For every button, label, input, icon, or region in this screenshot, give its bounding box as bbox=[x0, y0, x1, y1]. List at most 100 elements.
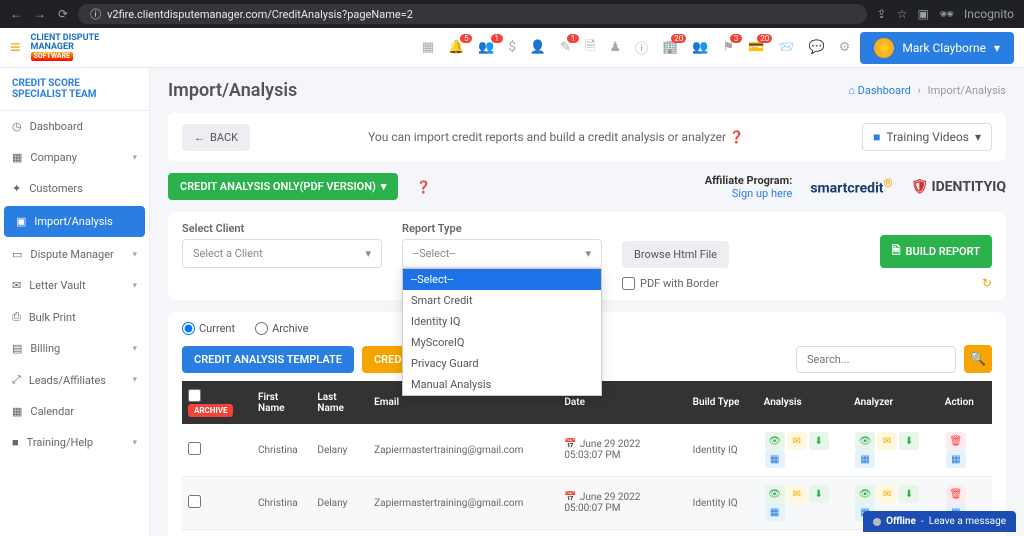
download-icon[interactable]: ⬇ bbox=[899, 485, 919, 503]
mail-icon[interactable]: ✉ bbox=[877, 485, 897, 503]
delete-icon[interactable]: 🗑 bbox=[946, 485, 966, 503]
refresh-icon[interactable]: ↻ bbox=[982, 276, 992, 290]
select-client-dropdown[interactable]: Select a Client▾ bbox=[182, 239, 382, 268]
sidebar-icon: ⤢ bbox=[12, 373, 21, 387]
sidebar-item-letter-vault[interactable]: ✉Letter Vault▾ bbox=[0, 270, 149, 301]
sidebar-item-leads-affiliates[interactable]: ⤢Leads/Affiliates▾ bbox=[0, 364, 149, 396]
extension-icon[interactable]: ▣ bbox=[917, 7, 928, 21]
sidebar-item-dispute-manager[interactable]: ▭Dispute Manager▾ bbox=[0, 239, 149, 270]
sidebar-item-bulk-print[interactable]: ⎙Bulk Print bbox=[0, 301, 149, 333]
more-icon[interactable]: ▦ bbox=[946, 450, 966, 468]
card-icon[interactable]: 💳20 bbox=[748, 40, 764, 55]
sidebar-item-import-analysis[interactable]: ▣ Import/Analysis bbox=[4, 206, 145, 237]
credit-analysis-pdf-button[interactable]: CREDIT ANALYSIS ONLY(PDF VERSION) ▾ bbox=[168, 173, 398, 200]
user-icon[interactable]: 👤 bbox=[530, 40, 546, 55]
info-icon[interactable]: ⓘ bbox=[635, 38, 648, 57]
breadcrumb-current: Import/Analysis bbox=[928, 84, 1006, 97]
grid-icon[interactable]: ▦ bbox=[855, 450, 875, 468]
current-radio[interactable]: Current bbox=[182, 322, 235, 335]
help-icon[interactable]: ❓ bbox=[729, 130, 744, 144]
inbox-icon[interactable]: 📨 bbox=[778, 40, 794, 55]
email-cell: Zapiermastertraining@gmail.com bbox=[368, 424, 558, 477]
people-icon[interactable]: 👥1 bbox=[478, 40, 494, 55]
url-bar[interactable]: ⓘ v2fire.clientdisputemanager.com/Credit… bbox=[78, 4, 867, 24]
sidebar-item-label: Dashboard bbox=[30, 120, 83, 133]
smartcredit-logo[interactable]: smartcredit® bbox=[810, 176, 892, 197]
view-icon[interactable]: 👁 bbox=[765, 485, 785, 503]
chat-icon[interactable]: 💬 bbox=[809, 40, 825, 55]
group-icon[interactable]: 👥 bbox=[692, 40, 708, 55]
row-checkbox[interactable] bbox=[188, 495, 201, 508]
share-icon[interactable]: ⇪ bbox=[877, 7, 887, 21]
report-type-option[interactable]: Smart Credit bbox=[403, 290, 601, 311]
sidebar-item-training-help[interactable]: ■Training/Help▾ bbox=[0, 427, 149, 458]
archive-radio[interactable]: Archive bbox=[255, 322, 308, 335]
flag-icon[interactable]: ⚑3 bbox=[722, 40, 734, 55]
grid-icon[interactable]: ▦ bbox=[765, 503, 785, 521]
select-all-checkbox[interactable] bbox=[188, 389, 201, 402]
back-icon[interactable]: ← bbox=[10, 7, 22, 21]
grid-icon[interactable]: ▦ bbox=[765, 450, 785, 468]
sidebar-icon: ▦ bbox=[12, 151, 22, 164]
chat-widget[interactable]: Offline - Leave a message bbox=[863, 511, 1016, 532]
dollar-icon[interactable]: $ bbox=[509, 40, 516, 55]
grid-icon[interactable]: ▦ bbox=[422, 40, 434, 55]
download-icon[interactable]: ⬇ bbox=[809, 432, 829, 450]
report-type-option[interactable]: Identity IQ bbox=[403, 311, 601, 332]
signup-link[interactable]: Sign up here bbox=[732, 187, 793, 200]
info-text: You can import credit reports and build … bbox=[260, 130, 852, 144]
report-type-dropdown[interactable]: --Select--▾ bbox=[402, 239, 602, 268]
identityiq-logo[interactable]: 🛡IDENTITYIQ bbox=[911, 179, 1006, 195]
view-icon[interactable]: 👁 bbox=[855, 432, 875, 450]
training-videos-dropdown[interactable]: ■ Training Videos ▾ bbox=[862, 123, 992, 151]
bell-icon[interactable]: 🔔5 bbox=[448, 40, 464, 55]
row-checkbox[interactable] bbox=[188, 442, 201, 455]
mail-icon[interactable]: ✉ bbox=[787, 432, 807, 450]
person-icon[interactable]: ♟ bbox=[609, 40, 621, 55]
delete-icon[interactable]: 🗑 bbox=[946, 432, 966, 450]
sidebar-item-calendar[interactable]: ▦Calendar bbox=[0, 396, 149, 427]
sidebar-item-label: Import/Analysis bbox=[34, 215, 112, 228]
sidebar-item-label: Dispute Manager bbox=[30, 248, 113, 261]
star-icon[interactable]: ☆ bbox=[897, 7, 908, 21]
sidebar-icon: ⎙ bbox=[12, 310, 21, 324]
sidebar-item-company[interactable]: ▦Company▾ bbox=[0, 142, 149, 173]
sidebar-item-customers[interactable]: ✦Customers bbox=[0, 173, 149, 204]
sidebar-item-label: Leads/Affiliates bbox=[29, 374, 106, 387]
report-type-option[interactable]: --Select-- bbox=[403, 269, 601, 290]
mail-icon[interactable]: ✉ bbox=[877, 432, 897, 450]
breadcrumb-home[interactable]: Dashboard bbox=[858, 84, 911, 97]
back-button[interactable]: ← BACK bbox=[182, 124, 250, 151]
menu-icon[interactable]: ≡ bbox=[10, 37, 21, 58]
download-icon[interactable]: ⬇ bbox=[899, 432, 919, 450]
sidebar-item-billing[interactable]: ▤Billing▾ bbox=[0, 333, 149, 364]
mail-icon[interactable]: ✉ bbox=[787, 485, 807, 503]
pen-icon[interactable]: ✎1 bbox=[560, 40, 571, 55]
search-button[interactable]: 🔍 bbox=[964, 345, 992, 373]
help-icon[interactable]: ❓ bbox=[416, 180, 431, 194]
pdf-border-checkbox[interactable]: PDF with Border bbox=[622, 277, 719, 290]
doc-icon[interactable]: 🗎 bbox=[585, 37, 595, 59]
view-icon[interactable]: 👁 bbox=[855, 485, 875, 503]
building-icon[interactable]: 🏢20 bbox=[662, 40, 678, 55]
gear-icon[interactable]: ⚙ bbox=[839, 40, 851, 55]
app-topbar: ≡ CLIENT DISPUTE MANAGER SOFTWARE ▦ 🔔5 👥… bbox=[0, 28, 1024, 68]
report-type-option[interactable]: Privacy Guard bbox=[403, 353, 601, 374]
download-icon[interactable]: ⬇ bbox=[809, 485, 829, 503]
browse-html-button[interactable]: Browse Html File bbox=[622, 241, 729, 268]
build-report-button[interactable]: 🗎 BUILD REPORT bbox=[880, 235, 992, 268]
app-logo[interactable]: CLIENT DISPUTE MANAGER SOFTWARE bbox=[31, 36, 100, 60]
report-type-option[interactable]: Manual Analysis bbox=[403, 374, 601, 395]
report-type-option[interactable]: MyScoreIQ bbox=[403, 332, 601, 353]
view-icon[interactable]: 👁 bbox=[765, 432, 785, 450]
user-menu[interactable]: Mark Clayborne ▾ bbox=[860, 32, 1014, 64]
sidebar-item-dashboard[interactable]: ◷Dashboard bbox=[0, 111, 149, 142]
reload-icon[interactable]: ⟳ bbox=[58, 7, 68, 21]
search-input[interactable] bbox=[796, 346, 956, 373]
credit-analysis-template-button[interactable]: CREDIT ANALYSIS TEMPLATE bbox=[182, 346, 354, 373]
chevron-down-icon: ▾ bbox=[132, 438, 137, 448]
sidebar-icon: ▤ bbox=[12, 342, 22, 355]
sidebar-icon: ▣ bbox=[16, 215, 26, 228]
forward-icon[interactable]: → bbox=[34, 7, 46, 21]
date-cell: 📅June 29 2022 05:03:07 PM bbox=[558, 424, 686, 477]
